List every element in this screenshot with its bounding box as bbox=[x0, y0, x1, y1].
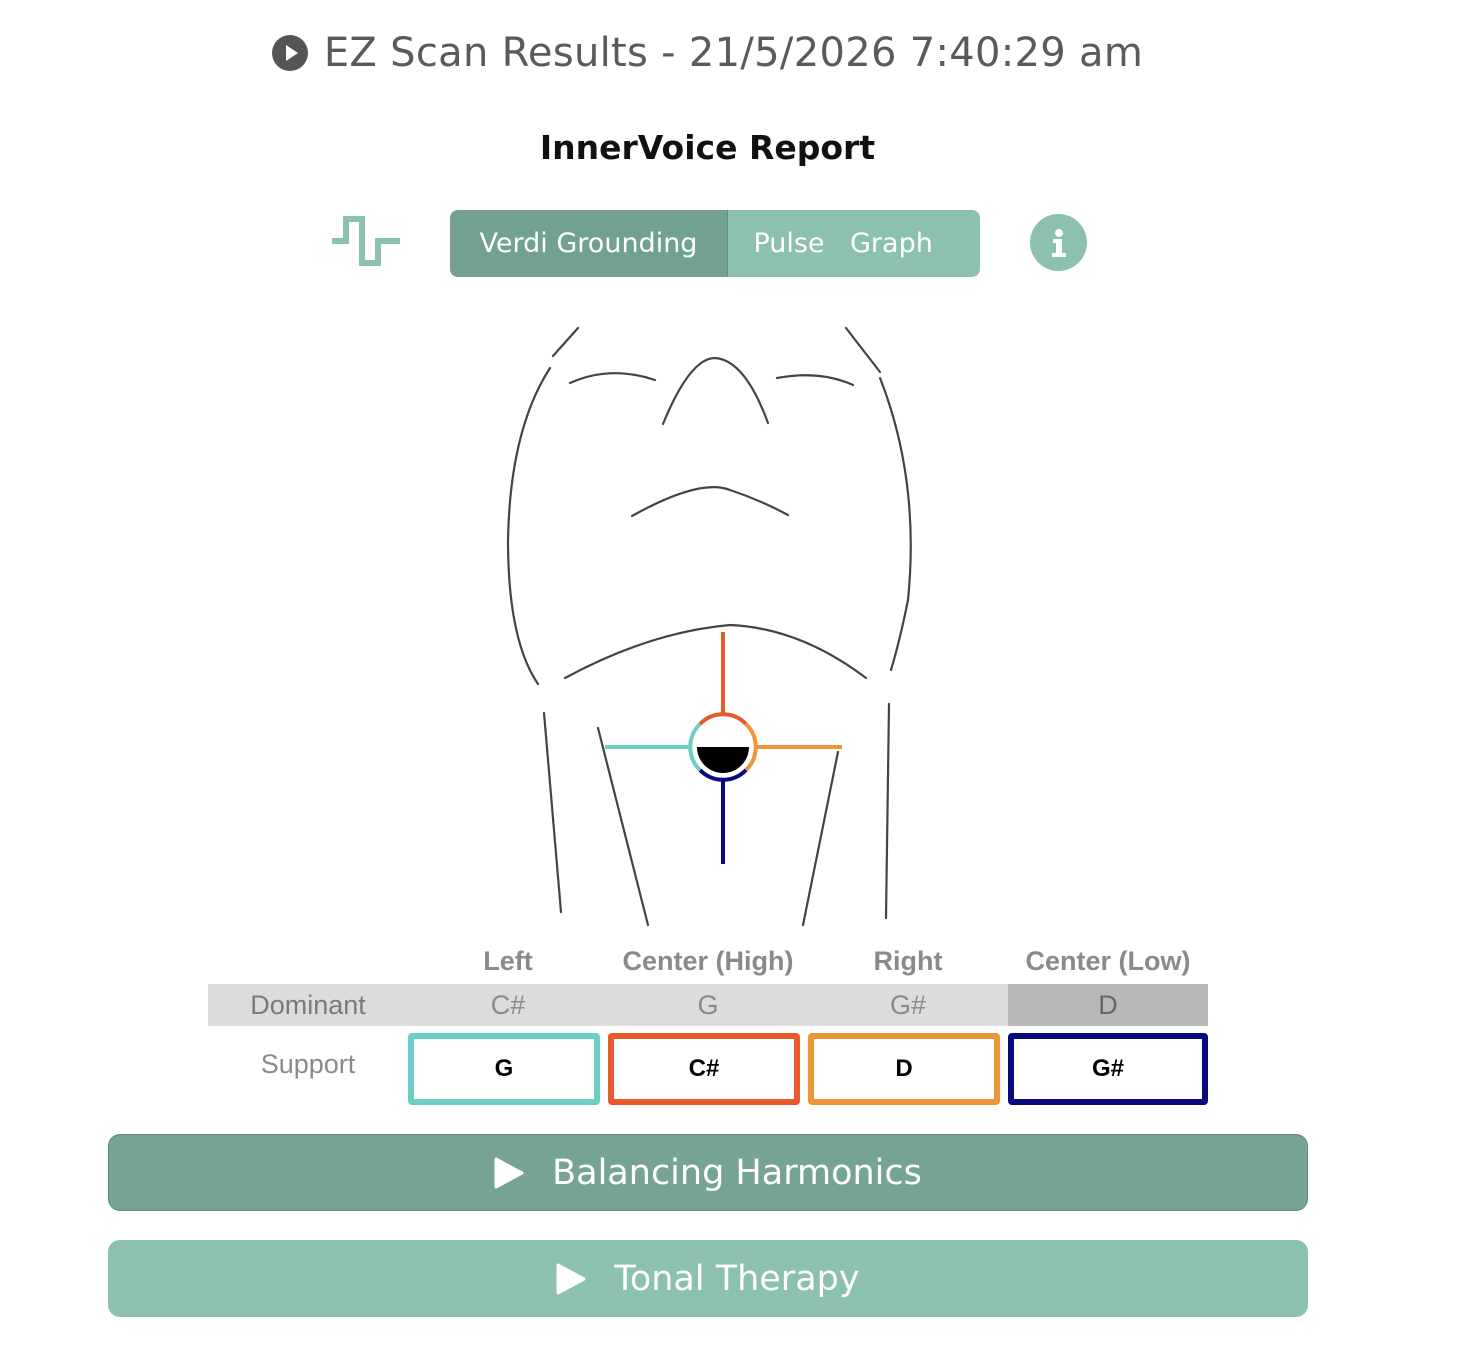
tab-graph[interactable]: Graph bbox=[850, 210, 980, 277]
support-left: G bbox=[408, 1033, 600, 1105]
pulse-wave-icon[interactable] bbox=[330, 213, 402, 269]
dominant-right: G# bbox=[889, 989, 927, 1020]
tonal-therapy-button[interactable]: Tonal Therapy bbox=[108, 1240, 1308, 1317]
tab-verdi-grounding[interactable]: Verdi Grounding bbox=[450, 210, 728, 277]
tonal-therapy-label: Tonal Therapy bbox=[614, 1258, 860, 1299]
play-circle-icon[interactable] bbox=[271, 35, 308, 71]
support-center-high: C# bbox=[608, 1033, 800, 1105]
balancing-harmonics-button[interactable]: Balancing Harmonics bbox=[108, 1134, 1308, 1211]
page-header: EZ Scan Results - 21/5/2026 7:40:29 am bbox=[0, 30, 1415, 76]
dominant-row: Dominant C# G G# D bbox=[208, 984, 1208, 1026]
dominant-left: C# bbox=[490, 989, 526, 1020]
column-header-left: Left bbox=[483, 946, 533, 976]
column-header-center-low: Center (Low) bbox=[1025, 946, 1191, 976]
support-center-low: G# bbox=[1008, 1033, 1208, 1105]
dominant-label: Dominant bbox=[250, 989, 366, 1020]
dominant-center-low: D bbox=[1008, 984, 1208, 1026]
tab-pulse[interactable]: Pulse bbox=[728, 210, 850, 277]
view-tabs: Verdi Grounding Pulse Graph bbox=[450, 210, 980, 277]
play-icon bbox=[556, 1263, 586, 1294]
support-label: Support bbox=[260, 1048, 356, 1079]
table-header-row: Left Center (High) Right Center (Low) bbox=[408, 946, 1208, 982]
column-header-center-high: Center (High) bbox=[622, 946, 794, 976]
column-header-right: Right bbox=[873, 946, 943, 976]
info-icon bbox=[1051, 228, 1066, 257]
support-right: D bbox=[808, 1033, 1000, 1105]
report-title: InnerVoice Report bbox=[539, 128, 876, 167]
neck-outline-figure bbox=[506, 326, 912, 927]
dominant-center-high: G bbox=[697, 989, 719, 1020]
info-button[interactable] bbox=[1030, 214, 1087, 271]
play-icon bbox=[494, 1157, 524, 1188]
page-title: EZ Scan Results - 21/5/2026 7:40:29 am bbox=[323, 30, 1144, 76]
support-row: Support G C# D G# bbox=[208, 1033, 1208, 1105]
balancing-harmonics-label: Balancing Harmonics bbox=[552, 1152, 922, 1193]
